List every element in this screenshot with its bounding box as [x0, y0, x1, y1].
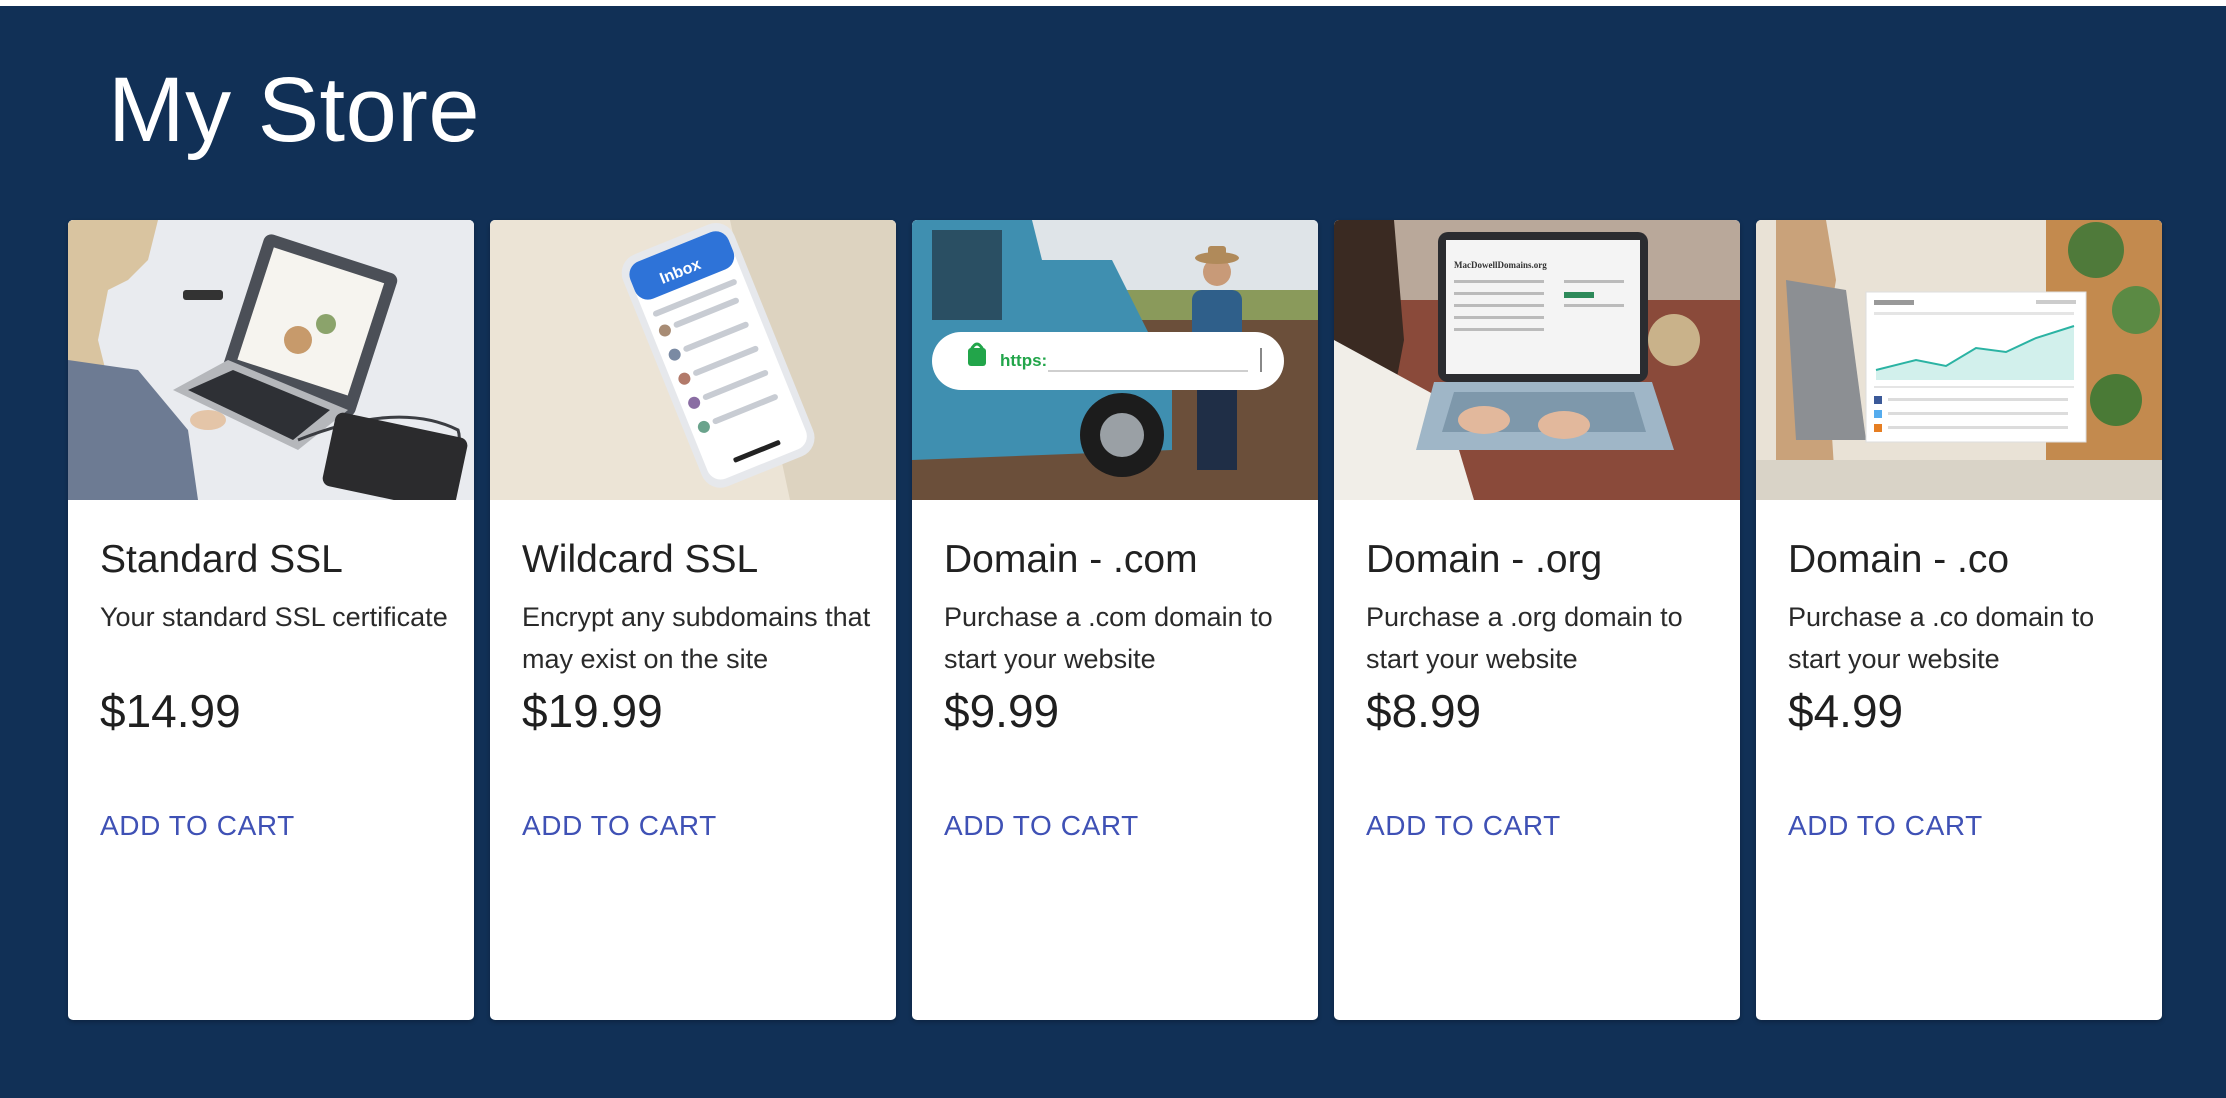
- product-name: Domain - .com: [944, 538, 1198, 581]
- store-page: My Store Standard SSL Your standard SSL …: [0, 6, 2226, 1098]
- product-image-dashboard: [1756, 220, 2162, 500]
- add-to-cart-button[interactable]: ADD TO CART: [100, 810, 295, 842]
- product-price: $19.99: [522, 685, 663, 737]
- product-card-domain-co: Domain - .co Purchase a .co domain to st…: [1756, 220, 2162, 1020]
- product-card-domain-com: https: Domain - .com Purchase a .com dom…: [912, 220, 1318, 1020]
- product-price: $9.99: [944, 685, 1060, 737]
- product-description: Purchase a .co domain to start your webs…: [1788, 602, 2095, 674]
- product-image-laptop-typing: MacDowellDomains.org: [1334, 220, 1740, 500]
- page-title: My Store: [108, 59, 481, 161]
- add-to-cart-button[interactable]: ADD TO CART: [1788, 810, 1983, 842]
- product-image-phone-inbox: Inbox: [490, 220, 896, 500]
- add-to-cart-button[interactable]: ADD TO CART: [522, 810, 717, 842]
- product-name: Domain - .org: [1366, 538, 1603, 581]
- product-description: Your standard SSL certificate: [100, 602, 448, 632]
- product-name: Domain - .co: [1788, 538, 2010, 581]
- product-name: Wildcard SSL: [522, 538, 759, 581]
- product-card-wildcard-ssl: Inbox Wildcard SSL Encrypt any subdomain…: [490, 220, 896, 1020]
- add-to-cart-button[interactable]: ADD TO CART: [1366, 810, 1561, 842]
- https-label: https:: [1000, 351, 1047, 370]
- product-name: Standard SSL: [100, 538, 343, 581]
- add-to-cart-button[interactable]: ADD TO CART: [944, 810, 1139, 842]
- product-card-domain-org: MacDowellDomains.org Domain - .org Purch…: [1334, 220, 1740, 1020]
- product-price: $4.99: [1788, 685, 1904, 737]
- product-price: $14.99: [100, 685, 241, 737]
- product-image-truck: https:: [912, 220, 1318, 500]
- product-price: $8.99: [1366, 685, 1482, 737]
- product-image-laptop: [68, 220, 474, 500]
- product-card-standard-ssl: Standard SSL Your standard SSL certifica…: [68, 220, 474, 1020]
- product-description: Purchase a .org domain to start your web…: [1366, 602, 1683, 674]
- domain-screen-label: MacDowellDomains.org: [1454, 260, 1547, 270]
- product-grid: Standard SSL Your standard SSL certifica…: [68, 220, 2162, 1020]
- product-description: Encrypt any subdomains that may exist on…: [522, 602, 871, 674]
- product-description: Purchase a .com domain to start your web…: [944, 602, 1273, 674]
